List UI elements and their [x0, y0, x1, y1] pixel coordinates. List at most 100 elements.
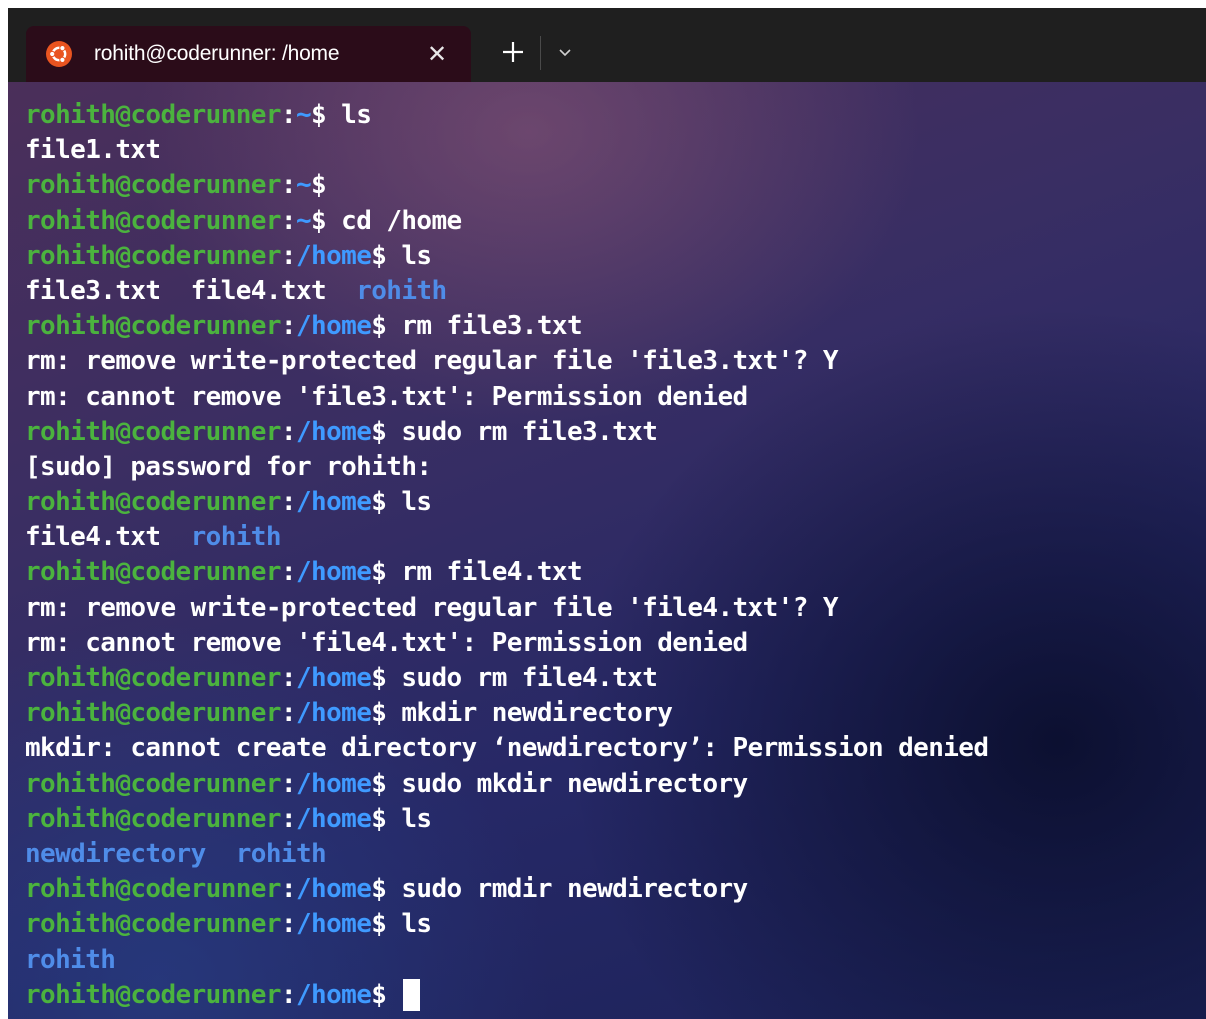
plus-icon: [503, 42, 523, 62]
prompt-path: /home: [295, 803, 372, 834]
output-line: rm: cannot remove 'file3.txt': Permissio…: [25, 380, 988, 415]
prompt-dollar: $: [371, 698, 402, 729]
directory-entry: rohith: [235, 838, 327, 869]
prompt-line: rohith@coderunner:~$: [25, 168, 988, 203]
directory-entry: rohith: [25, 944, 116, 975]
output-line: [sudo] password for rohith:: [25, 450, 988, 485]
prompt-path: /home: [295, 487, 372, 518]
prompt-colon: :: [280, 205, 297, 236]
prompt-colon: :: [280, 909, 297, 940]
output-text: rm: remove write-protected regular file …: [25, 346, 838, 377]
prompt-line: rohith@coderunner:/home$ ls: [25, 239, 988, 274]
output-line: rm: remove write-protected regular file …: [25, 591, 988, 626]
prompt-path: /home: [295, 874, 372, 905]
prompt-user: rohith@coderunner: [25, 205, 282, 236]
command-text: sudo mkdir newdirectory: [401, 768, 748, 799]
prompt-line: rohith@coderunner:/home$ ls: [25, 485, 988, 520]
command-text: ls: [401, 240, 432, 271]
prompt-path: ~: [295, 205, 312, 236]
terminal-lines: rohith@coderunner:~$ ls file1.txt rohith@c…: [25, 98, 989, 1013]
prompt-line: rohith@coderunner:/home$ rm file4.txt: [25, 555, 988, 590]
command-text: sudo rmdir newdirectory: [401, 874, 748, 905]
command-text: ls: [401, 909, 432, 940]
ls-output-line: file4.txt rohith: [25, 520, 988, 555]
ls-output-line: file3.txt file4.txt rohith: [25, 274, 988, 309]
prompt-colon: :: [280, 170, 297, 201]
prompt-colon: :: [280, 311, 297, 342]
ls-output-line: rohith: [25, 943, 988, 978]
prompt-path: /home: [295, 240, 372, 271]
command-text: mkdir newdirectory: [401, 698, 673, 729]
prompt-line: rohith@coderunner:/home$ sudo rmdir newd…: [25, 872, 988, 907]
prompt-line: rohith@coderunner:/home$ sudo rm file4.t…: [25, 661, 988, 696]
prompt-colon: :: [280, 663, 297, 693]
prompt-colon: :: [280, 487, 297, 518]
directory-entry: rohith: [356, 275, 447, 306]
command-text: sudo rm file3.txt: [401, 416, 658, 447]
prompt-colon: :: [280, 416, 297, 447]
prompt-user: rohith@coderunner: [25, 909, 282, 940]
directory-entry: rohith: [190, 522, 282, 553]
new-tab-button[interactable]: [494, 32, 532, 72]
output-line: rm: remove write-protected regular file …: [25, 344, 988, 379]
directory-entry: newdirectory: [25, 838, 206, 869]
prompt-path: /home: [295, 557, 372, 588]
tab-dropdown-button[interactable]: [550, 34, 580, 70]
prompt-colon: :: [280, 979, 297, 1010]
prompt-line: rohith@coderunner:/home$ ls: [25, 907, 988, 942]
close-icon[interactable]: ✕: [415, 34, 459, 74]
prompt-dollar: $: [371, 663, 402, 693]
prompt-user: rohith@coderunner: [25, 698, 282, 729]
prompt-path: /home: [295, 979, 372, 1010]
prompt-dollar: $: [371, 416, 402, 447]
command-text: ls: [401, 803, 432, 834]
prompt-user: rohith@coderunner: [25, 170, 282, 201]
prompt-user: rohith@coderunner: [25, 768, 282, 799]
command-text: rm file3.txt: [401, 311, 583, 342]
title-bar: rohith@coderunner: /home ✕: [8, 8, 1206, 82]
prompt-colon: :: [280, 240, 297, 271]
terminal-window: rohith@coderunner: /home ✕ rohith@coderu…: [8, 8, 1206, 1019]
output-text: [sudo] password for rohith:: [25, 451, 432, 482]
command-text: sudo rm file4.txt: [401, 663, 658, 693]
prompt-line: rohith@coderunner:/home$: [25, 978, 988, 1013]
terminal-cursor[interactable]: [403, 979, 421, 1012]
prompt-path: /home: [295, 768, 372, 799]
prompt-line: rohith@coderunner:/home$ sudo mkdir newd…: [25, 767, 988, 802]
prompt-user: rohith@coderunner: [25, 487, 282, 518]
tab-terminal[interactable]: rohith@coderunner: /home ✕: [26, 26, 471, 82]
ubuntu-icon: [46, 41, 72, 67]
prompt-dollar: $: [371, 874, 402, 905]
output-text: file1.txt: [25, 135, 161, 166]
terminal-output[interactable]: rohith@coderunner:~$ ls file1.txt rohith@c…: [8, 82, 1206, 1019]
prompt-path: ~: [295, 170, 312, 201]
file-entry: file4.txt: [190, 275, 327, 306]
prompt-line: rohith@coderunner:/home$ ls: [25, 802, 988, 837]
prompt-line: rohith@coderunner:/home$ rm file3.txt: [25, 309, 988, 344]
prompt-user: rohith@coderunner: [25, 874, 282, 905]
prompt-path: /home: [295, 311, 372, 342]
prompt-dollar: $: [371, 909, 402, 940]
prompt-path: ~: [295, 100, 312, 130]
prompt-path: /home: [295, 698, 372, 729]
file-entry: file4.txt: [25, 522, 161, 553]
chevron-down-icon: [559, 49, 571, 57]
prompt-colon: :: [280, 698, 297, 729]
output-text: rm: cannot remove 'file4.txt': Permissio…: [25, 627, 748, 658]
tab-title: rohith@coderunner: /home: [94, 42, 340, 65]
prompt-user: rohith@coderunner: [25, 803, 282, 834]
ls-output-line: newdirectory rohith: [25, 837, 988, 872]
output-text: rm: remove write-protected regular file …: [25, 592, 838, 623]
output-text: mkdir: cannot create directory ‘newdirec…: [25, 733, 989, 764]
prompt-line: rohith@coderunner:/home$ mkdir newdirect…: [25, 696, 988, 731]
tab-separator: [540, 36, 541, 70]
output-line: mkdir: cannot create directory ‘newdirec…: [25, 731, 989, 766]
prompt-dollar: $: [311, 100, 342, 130]
command-text: ls: [341, 100, 372, 130]
prompt-colon: :: [280, 803, 297, 834]
file-entry: file3.txt: [25, 275, 161, 306]
output-text: rm: cannot remove 'file3.txt': Permissio…: [25, 381, 748, 412]
prompt-line: rohith@coderunner:/home$ sudo rm file3.t…: [25, 415, 988, 450]
prompt-user: rohith@coderunner: [25, 416, 282, 447]
prompt-colon: :: [280, 768, 297, 799]
